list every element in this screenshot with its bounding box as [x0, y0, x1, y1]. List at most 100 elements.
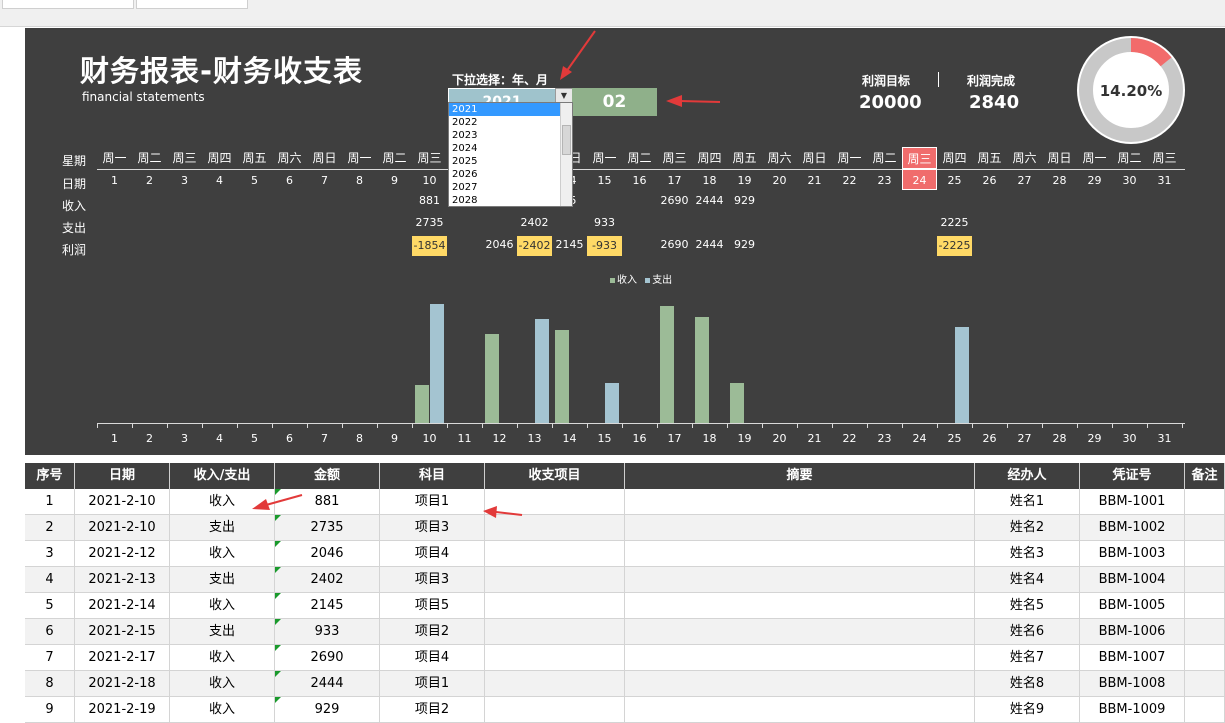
table-cell[interactable]: 2021-2-10 — [75, 489, 170, 515]
table-cell[interactable] — [625, 593, 975, 619]
table-cell[interactable]: 姓名2 — [975, 515, 1080, 541]
table-cell[interactable] — [1185, 541, 1225, 567]
table-cell[interactable]: 881 — [275, 489, 380, 515]
table-cell[interactable]: 3 — [25, 541, 75, 567]
table-cell[interactable] — [485, 515, 625, 541]
table-cell[interactable] — [625, 541, 975, 567]
table-cell[interactable]: 2021-2-12 — [75, 541, 170, 567]
dropdown-option[interactable]: 2026 — [449, 168, 572, 181]
table-cell[interactable]: 2735 — [275, 515, 380, 541]
table-row[interactable]: 4 2021-2-13 支出 2402 项目3 姓名4 BBM-1004 — [25, 567, 1225, 593]
table-cell[interactable]: 姓名5 — [975, 593, 1080, 619]
table-cell[interactable]: BBM-1003 — [1080, 541, 1185, 567]
table-cell[interactable]: 项目2 — [380, 697, 485, 723]
table-cell[interactable] — [1185, 593, 1225, 619]
table-cell[interactable]: 9 — [25, 697, 75, 723]
table-cell[interactable]: 2021-2-17 — [75, 645, 170, 671]
table-row[interactable]: 5 2021-2-14 收入 2145 项目5 姓名5 BBM-1005 — [25, 593, 1225, 619]
scrollbar-thumb[interactable] — [562, 125, 571, 155]
table-cell[interactable]: 收入 — [170, 645, 275, 671]
table-cell[interactable] — [625, 645, 975, 671]
table-cell[interactable]: 项目2 — [380, 619, 485, 645]
table-cell[interactable]: 项目1 — [380, 671, 485, 697]
dropdown-scrollbar[interactable] — [560, 103, 572, 206]
sheet-tab[interactable] — [136, 0, 248, 9]
table-cell[interactable]: 项目3 — [380, 515, 485, 541]
table-cell[interactable] — [485, 567, 625, 593]
table-cell[interactable]: 支出 — [170, 619, 275, 645]
dropdown-option[interactable]: 2021 — [449, 103, 572, 116]
table-cell[interactable]: 2021-2-13 — [75, 567, 170, 593]
table-cell[interactable]: 姓名8 — [975, 671, 1080, 697]
table-cell[interactable]: 收入 — [170, 671, 275, 697]
table-cell[interactable]: BBM-1007 — [1080, 645, 1185, 671]
table-cell[interactable] — [625, 671, 975, 697]
table-cell[interactable] — [1185, 619, 1225, 645]
table-cell[interactable]: 2021-2-19 — [75, 697, 170, 723]
table-cell[interactable]: 8 — [25, 671, 75, 697]
table-cell[interactable]: BBM-1009 — [1080, 697, 1185, 723]
table-cell[interactable]: 2145 — [275, 593, 380, 619]
dropdown-option[interactable]: 2022 — [449, 116, 572, 129]
year-dropdown-list[interactable]: 2021 2022 2023 2024 2025 2026 2027 2028 — [448, 102, 573, 207]
table-cell[interactable] — [485, 489, 625, 515]
table-cell[interactable]: 2021-2-10 — [75, 515, 170, 541]
table-row[interactable]: 9 2021-2-19 收入 929 项目2 姓名9 BBM-1009 — [25, 697, 1225, 723]
table-cell[interactable] — [1185, 515, 1225, 541]
dropdown-option[interactable]: 2025 — [449, 155, 572, 168]
table-cell[interactable]: BBM-1001 — [1080, 489, 1185, 515]
table-cell[interactable] — [625, 515, 975, 541]
table-cell[interactable]: 姓名6 — [975, 619, 1080, 645]
table-cell[interactable]: 2021-2-15 — [75, 619, 170, 645]
table-cell[interactable]: 姓名7 — [975, 645, 1080, 671]
table-cell[interactable]: 姓名9 — [975, 697, 1080, 723]
table-cell[interactable] — [1185, 489, 1225, 515]
table-cell[interactable]: 2690 — [275, 645, 380, 671]
table-cell[interactable]: 1 — [25, 489, 75, 515]
table-cell[interactable]: 项目1 — [380, 489, 485, 515]
table-cell[interactable] — [485, 671, 625, 697]
table-cell[interactable] — [485, 645, 625, 671]
table-cell[interactable] — [485, 619, 625, 645]
table-cell[interactable]: 2444 — [275, 671, 380, 697]
sheet-tab[interactable] — [2, 0, 134, 9]
table-cell[interactable] — [625, 567, 975, 593]
table-cell[interactable] — [1185, 645, 1225, 671]
table-cell[interactable]: BBM-1002 — [1080, 515, 1185, 541]
table-cell[interactable] — [485, 593, 625, 619]
table-cell[interactable]: 933 — [275, 619, 380, 645]
table-cell[interactable]: 项目5 — [380, 593, 485, 619]
dropdown-option[interactable]: 2023 — [449, 129, 572, 142]
month-select[interactable]: 02 — [572, 88, 657, 116]
table-cell[interactable]: 929 — [275, 697, 380, 723]
table-cell[interactable]: 项目4 — [380, 541, 485, 567]
table-cell[interactable] — [625, 619, 975, 645]
dropdown-option[interactable]: 2027 — [449, 181, 572, 194]
table-cell[interactable] — [625, 697, 975, 723]
table-cell[interactable] — [1185, 671, 1225, 697]
table-cell[interactable] — [625, 489, 975, 515]
table-cell[interactable]: 7 — [25, 645, 75, 671]
table-cell[interactable]: 2021-2-14 — [75, 593, 170, 619]
table-cell[interactable]: 收入 — [170, 593, 275, 619]
table-cell[interactable]: 收入 — [170, 697, 275, 723]
table-cell[interactable]: 2402 — [275, 567, 380, 593]
table-cell[interactable]: 5 — [25, 593, 75, 619]
table-cell[interactable]: BBM-1006 — [1080, 619, 1185, 645]
table-cell[interactable]: BBM-1005 — [1080, 593, 1185, 619]
table-cell[interactable]: 2 — [25, 515, 75, 541]
table-row[interactable]: 8 2021-2-18 收入 2444 项目1 姓名8 BBM-1008 — [25, 671, 1225, 697]
table-cell[interactable]: 姓名3 — [975, 541, 1080, 567]
table-cell[interactable]: 姓名4 — [975, 567, 1080, 593]
table-cell[interactable] — [1185, 567, 1225, 593]
table-cell[interactable]: 2046 — [275, 541, 380, 567]
table-cell[interactable]: 支出 — [170, 567, 275, 593]
dropdown-option[interactable]: 2024 — [449, 142, 572, 155]
table-cell[interactable]: 支出 — [170, 515, 275, 541]
table-cell[interactable] — [485, 697, 625, 723]
table-cell[interactable]: 收入 — [170, 541, 275, 567]
table-cell[interactable]: 4 — [25, 567, 75, 593]
table-cell[interactable]: BBM-1008 — [1080, 671, 1185, 697]
table-cell[interactable]: 6 — [25, 619, 75, 645]
table-cell[interactable] — [485, 541, 625, 567]
